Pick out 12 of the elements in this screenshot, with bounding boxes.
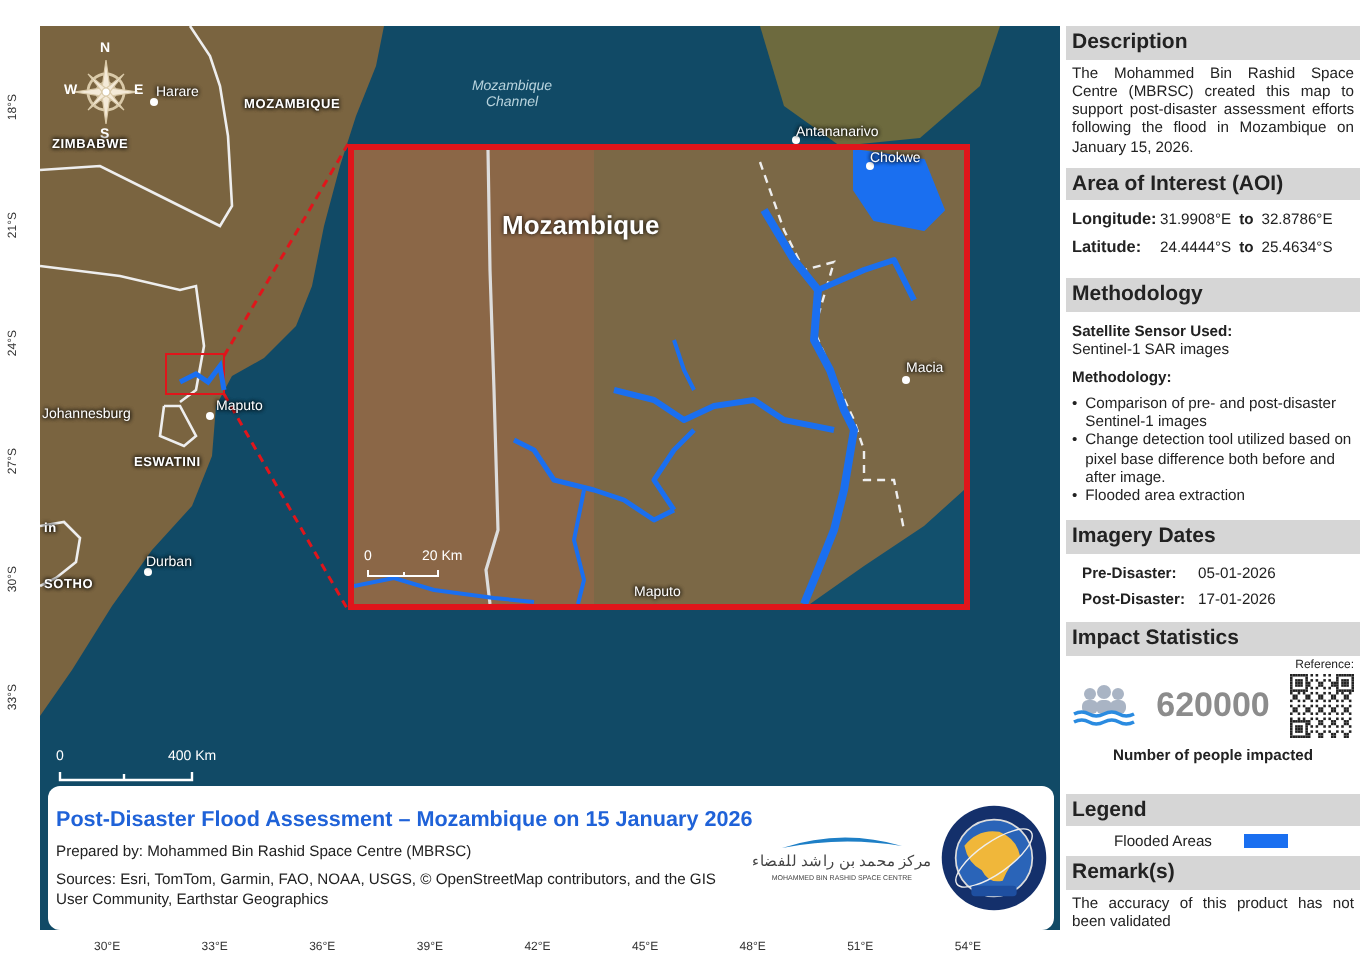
map-title: Post-Disaster Flood Assessment – Mozambique on 15 January 2026: [56, 805, 753, 835]
section-header: Methodology: [1066, 278, 1360, 313]
inset-title: Mozambique: [502, 208, 660, 244]
field-label: Longitude:: [1072, 210, 1152, 231]
section-header: Area of Interest (AOI): [1066, 167, 1360, 201]
section-header: Remark(s): [1066, 856, 1360, 890]
section-header: Imagery Dates: [1066, 520, 1360, 554]
section-header: Legend: [1066, 793, 1360, 827]
impact-count: 620000: [1156, 685, 1270, 728]
section-header: Description: [1066, 26, 1360, 60]
section-header: Impact Statistics: [1066, 622, 1360, 656]
field-label: Latitude:: [1072, 238, 1144, 259]
